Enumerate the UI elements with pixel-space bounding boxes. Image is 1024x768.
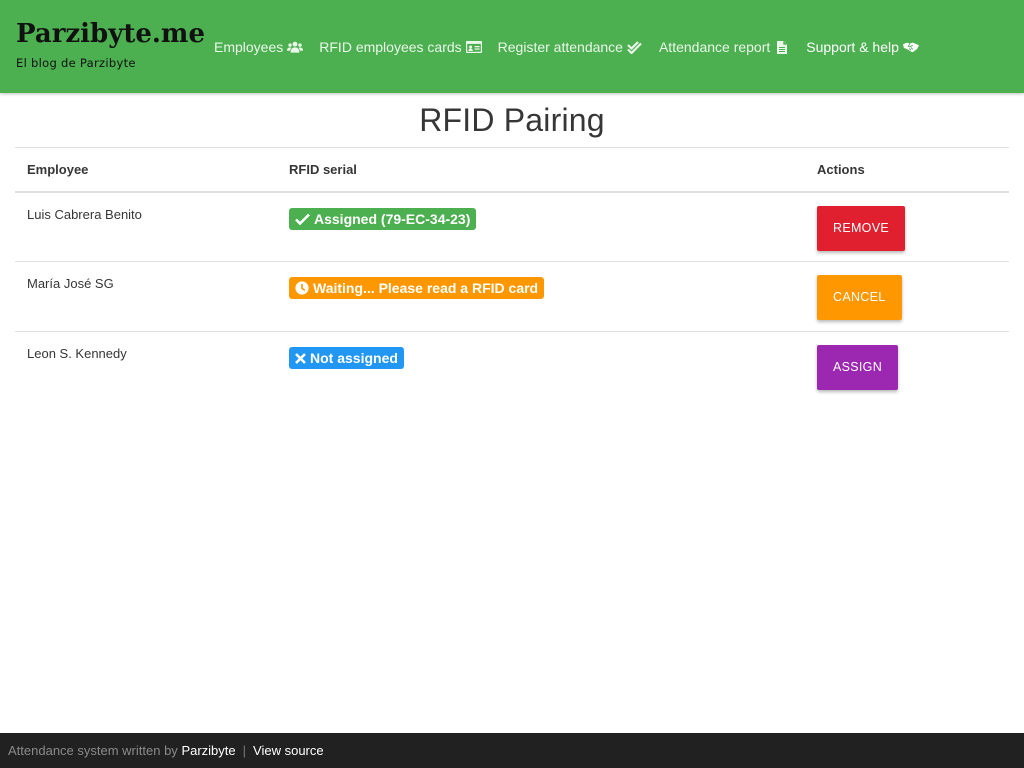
rfid-cell: Not assigned xyxy=(277,332,805,402)
employee-name: Luis Cabrera Benito xyxy=(15,191,277,262)
nav-item-support[interactable]: Support & help xyxy=(798,39,927,55)
actions-cell: Cancel xyxy=(805,261,1009,332)
rfid-pairing-table: Employee RFID serial Actions Luis Cabrer… xyxy=(15,147,1009,402)
nav-item-attendance-report[interactable]: Attendance report xyxy=(651,39,798,55)
remove-button[interactable]: Remove xyxy=(817,205,905,251)
status-text: Not assigned xyxy=(310,350,398,366)
footer-separator: | xyxy=(242,743,247,758)
cancel-button[interactable]: Cancel xyxy=(817,275,902,320)
nav-item-rfid-cards[interactable]: RFID employees cards xyxy=(311,39,489,55)
nav-item-label: Employees xyxy=(214,39,284,55)
page-title: RFID Pairing xyxy=(419,102,605,138)
users-icon xyxy=(287,40,304,54)
actions-cell: Remove xyxy=(805,191,1009,262)
rfid-cell: Waiting... Please read a RFID card xyxy=(277,261,805,332)
assign-button[interactable]: Assign xyxy=(817,345,899,390)
top-navbar: Parzibyte.me El blog de Parzibyte Employ… xyxy=(0,0,1024,93)
employee-name: María José SG xyxy=(15,261,277,332)
nav-item-label: Register attendance xyxy=(497,39,623,55)
file-icon xyxy=(774,40,790,54)
footer-credit-text: Attendance system written by xyxy=(8,743,178,758)
brand-link[interactable]: Parzibyte.me El blog de Parzibyte xyxy=(16,18,205,70)
check-double-icon xyxy=(627,40,643,54)
column-header-actions: Actions xyxy=(805,147,1009,193)
actions-cell: Assign xyxy=(805,332,1009,402)
nav-item-register-attendance[interactable]: Register attendance xyxy=(490,39,651,55)
brand-title: Parzibyte.me xyxy=(16,19,205,49)
footer: Attendance system written by Parzibyte |… xyxy=(0,733,1024,768)
main-content: RFID Pairing Employee RFID serial Action… xyxy=(15,93,1009,402)
table-row: Leon S. Kennedy Not assigned Assign xyxy=(15,332,1009,402)
brand-subtitle: El blog de Parzibyte xyxy=(16,56,136,70)
author-link[interactable]: Parzibyte xyxy=(181,743,235,758)
table-header-row: Employee RFID serial Actions xyxy=(15,147,1009,193)
status-badge-not-assigned: Not assigned xyxy=(289,347,404,369)
rfid-cell: Assigned (79-EC-34-23) xyxy=(277,191,805,262)
table-row: María José SG Waiting... Please read a R… xyxy=(15,261,1009,332)
status-text: Assigned (79-EC-34-23) xyxy=(314,210,471,227)
handshake-icon xyxy=(902,40,919,54)
check-icon xyxy=(295,213,310,225)
nav-menu: Employees RFID employees cards Register … xyxy=(206,36,927,58)
status-badge-waiting: Waiting... Please read a RFID card xyxy=(289,277,545,299)
table-row: Luis Cabrera Benito Assigned (79-EC-34-2… xyxy=(15,191,1009,262)
column-header-rfid-serial: RFID serial xyxy=(277,147,805,193)
status-badge-assigned: Assigned (79-EC-34-23) xyxy=(289,207,477,230)
times-icon xyxy=(295,352,306,364)
nav-item-label: RFID employees cards xyxy=(319,39,462,55)
id-card-icon xyxy=(465,40,482,54)
employee-name: Leon S. Kennedy xyxy=(27,346,127,361)
view-source-link[interactable]: View source xyxy=(253,743,324,758)
nav-item-label: Support & help xyxy=(806,39,899,55)
nav-item-employees[interactable]: Employees xyxy=(206,39,311,55)
clock-icon xyxy=(295,281,309,295)
column-header-employee: Employee xyxy=(15,147,277,193)
nav-item-label: Attendance report xyxy=(658,39,771,55)
status-text: Waiting... Please read a RFID card xyxy=(313,280,539,296)
